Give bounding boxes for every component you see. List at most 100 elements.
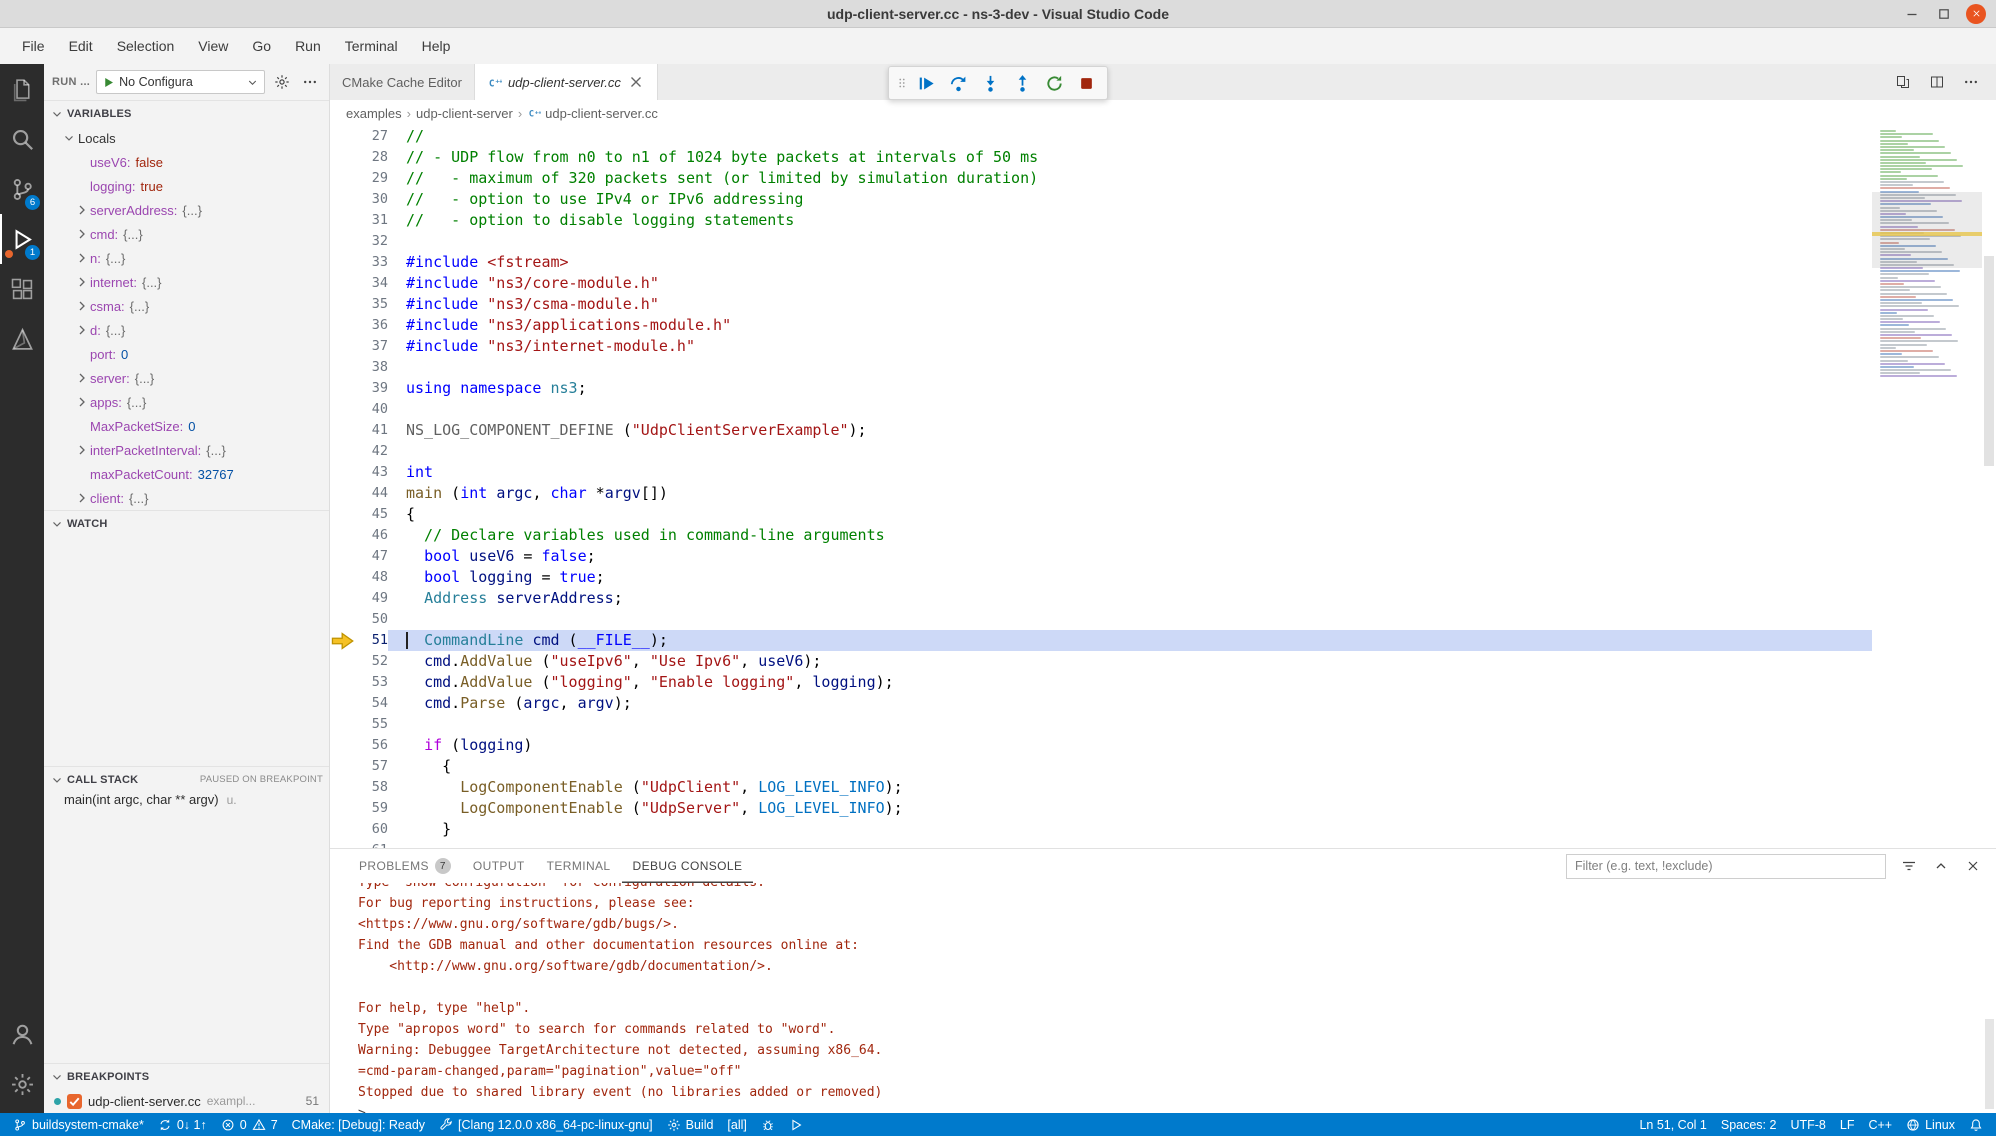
menu-terminal[interactable]: Terminal: [333, 33, 410, 59]
close-icon[interactable]: [627, 73, 645, 91]
code-line[interactable]: 54 cmd.Parse (argc, argv);: [330, 693, 1872, 714]
step-over-button[interactable]: [943, 69, 973, 97]
code-line[interactable]: 35#include "ns3/csma-module.h": [330, 294, 1872, 315]
minimize-button[interactable]: [1902, 4, 1922, 24]
panel-scrollbar[interactable]: [1985, 1019, 1994, 1109]
status-git-branch[interactable]: buildsystem-cmake*: [6, 1113, 151, 1136]
code-line[interactable]: 42: [330, 441, 1872, 462]
breakpoints-section-header[interactable]: BREAKPOINTS: [44, 1063, 329, 1089]
scope-locals[interactable]: Locals: [44, 126, 329, 150]
tab-udp-client-server-cc[interactable]: C++udp-client-server.cc: [475, 64, 658, 100]
menu-selection[interactable]: Selection: [105, 33, 187, 59]
split-editor-button[interactable]: [1926, 71, 1948, 93]
step-into-button[interactable]: [975, 69, 1005, 97]
variable-row[interactable]: n:{...}: [44, 246, 329, 270]
variable-row[interactable]: maxPacketCount:32767: [44, 462, 329, 486]
console-input-row[interactable]: >: [358, 1103, 1996, 1113]
status-git-sync[interactable]: 0↓ 1↑: [151, 1113, 214, 1136]
status-cmake-kit[interactable]: [Clang 12.0.0 x86_64-pc-linux-gnu]: [432, 1113, 660, 1136]
code-line[interactable]: 50: [330, 609, 1872, 630]
close-button[interactable]: [1966, 4, 1986, 24]
menu-run[interactable]: Run: [283, 33, 333, 59]
activity-run-debug[interactable]: 1: [0, 214, 44, 264]
stack-frame[interactable]: main(int argc, char ** argv)u.: [44, 792, 329, 816]
code-line[interactable]: 53 cmd.AddValue ("logging", "Enable logg…: [330, 672, 1872, 693]
code-line[interactable]: 59 LogComponentEnable ("UdpServer", LOG_…: [330, 798, 1872, 819]
menu-view[interactable]: View: [186, 33, 240, 59]
code-line[interactable]: 34#include "ns3/core-module.h": [330, 273, 1872, 294]
variable-row[interactable]: cmd:{...}: [44, 222, 329, 246]
code-line[interactable]: 33#include <fstream>: [330, 252, 1872, 273]
variable-row[interactable]: client:{...}: [44, 486, 329, 510]
code-line[interactable]: 48 bool logging = true;: [330, 567, 1872, 588]
more-actions-button[interactable]: [1960, 71, 1982, 93]
code-line[interactable]: 52 cmd.AddValue ("useIpv6", "Use Ipv6", …: [330, 651, 1872, 672]
breakpoint-row[interactable]: udp-client-server.ccexampl...51: [44, 1089, 329, 1113]
breadcrumb-item[interactable]: C++udp-client-server.cc: [527, 106, 658, 121]
editor-scrollbar[interactable]: [1982, 126, 1996, 848]
menu-edit[interactable]: Edit: [57, 33, 105, 59]
menu-go[interactable]: Go: [240, 33, 283, 59]
code-line[interactable]: 28// - UDP flow from n0 to n1 of 1024 by…: [330, 147, 1872, 168]
status-debug-select[interactable]: [754, 1113, 782, 1136]
activity-cmake[interactable]: [0, 314, 44, 364]
panel-tab-problems[interactable]: PROBLEMS7: [348, 849, 462, 883]
code-line[interactable]: 41NS_LOG_COMPONENT_DEFINE ("UdpClientSer…: [330, 420, 1872, 441]
restart-button[interactable]: [1039, 69, 1069, 97]
code-line[interactable]: 36#include "ns3/applications-module.h": [330, 315, 1872, 336]
menu-help[interactable]: Help: [410, 33, 463, 59]
panel-tab-output[interactable]: OUTPUT: [462, 849, 536, 883]
breadcrumb-item[interactable]: examples: [346, 106, 402, 121]
filter-results-button[interactable]: [1898, 855, 1920, 877]
variable-row[interactable]: apps:{...}: [44, 390, 329, 414]
variable-row[interactable]: server:{...}: [44, 366, 329, 390]
variable-row[interactable]: internet:{...}: [44, 270, 329, 294]
code-line[interactable]: 60 }: [330, 819, 1872, 840]
close-panel-button[interactable]: [1962, 855, 1984, 877]
tab-cmake-cache-editor[interactable]: CMake Cache Editor: [330, 64, 475, 100]
debug-console[interactable]: Type "show configuration" for configurat…: [330, 883, 1996, 1113]
code-line[interactable]: 27//: [330, 126, 1872, 147]
variable-row[interactable]: port:0: [44, 342, 329, 366]
code-line[interactable]: 30// - option to use IPv4 or IPv6 addres…: [330, 189, 1872, 210]
status-notifications[interactable]: [1962, 1113, 1990, 1136]
code-line[interactable]: 45{: [330, 504, 1872, 525]
code-line[interactable]: 57 {: [330, 756, 1872, 777]
step-out-button[interactable]: [1007, 69, 1037, 97]
panel-tab-terminal[interactable]: TERMINAL: [536, 849, 622, 883]
code-line[interactable]: 44main (int argc, char *argv[]): [330, 483, 1872, 504]
variable-row[interactable]: serverAddress:{...}: [44, 198, 329, 222]
open-changes-button[interactable]: [1892, 71, 1914, 93]
status-encoding[interactable]: UTF-8: [1783, 1113, 1832, 1136]
status-cmake-status[interactable]: CMake: [Debug]: Ready: [285, 1113, 432, 1136]
maximize-panel-button[interactable]: [1930, 855, 1952, 877]
code-line[interactable]: 47 bool useV6 = false;: [330, 546, 1872, 567]
debug-more-button[interactable]: [299, 71, 321, 93]
scrollbar-thumb[interactable]: [1984, 256, 1994, 466]
editor[interactable]: 27//28// - UDP flow from n0 to n1 of 102…: [330, 126, 1996, 848]
code-line[interactable]: 38: [330, 357, 1872, 378]
code-line[interactable]: 55: [330, 714, 1872, 735]
variable-row[interactable]: MaxPacketSize:0: [44, 414, 329, 438]
code-line[interactable]: 58 LogComponentEnable ("UdpClient", LOG_…: [330, 777, 1872, 798]
maximize-button[interactable]: [1934, 4, 1954, 24]
status-indentation[interactable]: Spaces: 2: [1714, 1113, 1784, 1136]
variable-row[interactable]: useV6:false: [44, 150, 329, 174]
code-line[interactable]: 56 if (logging): [330, 735, 1872, 756]
status-cursor-position[interactable]: Ln 51, Col 1: [1632, 1113, 1713, 1136]
debug-config-dropdown[interactable]: No Configura: [96, 70, 265, 94]
status-cpp-configuration[interactable]: Linux: [1899, 1113, 1962, 1136]
panel-tab-debug-console[interactable]: DEBUG CONSOLE: [622, 849, 754, 883]
breadcrumb-item[interactable]: udp-client-server: [416, 106, 513, 121]
activity-source-control[interactable]: 6: [0, 164, 44, 214]
status-eol[interactable]: LF: [1833, 1113, 1862, 1136]
code-line[interactable]: 37#include "ns3/internet-module.h": [330, 336, 1872, 357]
activity-extensions[interactable]: [0, 264, 44, 314]
code-line[interactable]: 32: [330, 231, 1872, 252]
activity-accounts[interactable]: [0, 1009, 44, 1059]
gripper-icon[interactable]: [895, 69, 909, 97]
code-line[interactable]: 43int: [330, 462, 1872, 483]
activity-explorer[interactable]: [0, 64, 44, 114]
code-line[interactable]: 29// - maximum of 320 packets sent (or l…: [330, 168, 1872, 189]
status-launch[interactable]: [782, 1113, 810, 1136]
